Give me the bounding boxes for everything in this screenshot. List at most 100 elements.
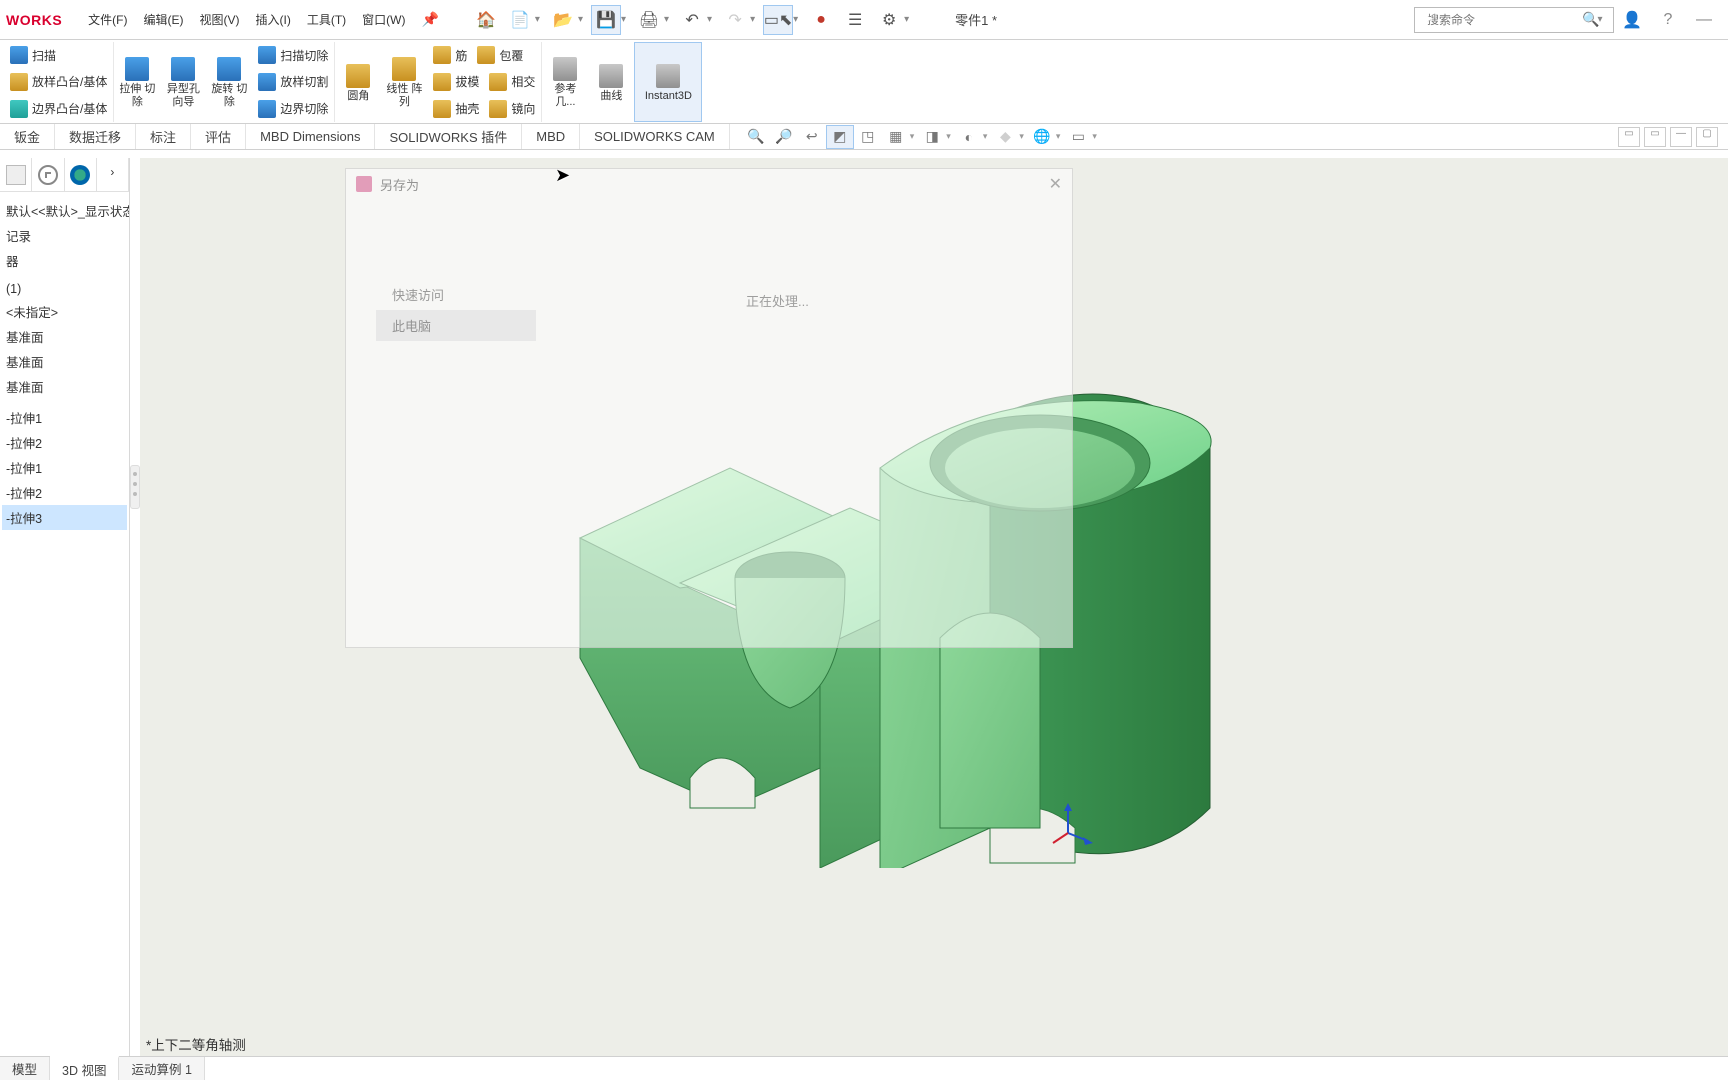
home-icon[interactable]: 🏠 xyxy=(471,5,501,35)
win-min-icon[interactable]: — xyxy=(1670,127,1692,147)
pane-splitter[interactable] xyxy=(130,465,140,509)
screen-icon[interactable]: ▭ xyxy=(1064,125,1092,149)
hide-show-dropdown[interactable]: ▾ xyxy=(946,131,951,142)
win-btn-1[interactable]: ▭ xyxy=(1618,127,1640,147)
settings-dropdown[interactable]: ▾ xyxy=(904,14,909,25)
win-btn-2[interactable]: ▭ xyxy=(1644,127,1666,147)
zoom-area-icon[interactable]: 🔎 xyxy=(770,125,798,149)
section-view-icon[interactable]: ◩ xyxy=(826,125,854,149)
pin-icon[interactable]: 📌 xyxy=(421,11,438,28)
tab-sheetmetal[interactable]: 钣金 xyxy=(0,124,55,149)
tree-node[interactable]: -拉伸1 xyxy=(2,455,127,480)
search-input[interactable] xyxy=(1427,13,1582,27)
tool-boundary[interactable]: 边界凸台/基体 xyxy=(10,96,107,122)
open-dropdown[interactable]: ▾ xyxy=(578,14,583,25)
pane-tab-property[interactable] xyxy=(32,158,64,191)
bottom-tab-motion[interactable]: 运动算例 1 xyxy=(119,1057,204,1080)
tree-node[interactable]: 默认<<默认>_显示状态 xyxy=(2,198,127,223)
tree-node[interactable]: <未指定> xyxy=(2,299,127,324)
tool-shell[interactable]: 抽壳 镜向 xyxy=(433,96,535,122)
save-icon[interactable]: 💾 xyxy=(591,5,621,35)
tool-revolve-cut[interactable]: 旋转 切除 xyxy=(206,42,252,122)
tab-evaluate[interactable]: 评估 xyxy=(191,124,246,149)
print-icon[interactable]: 🖨 xyxy=(634,5,664,35)
tab-mbd[interactable]: MBD xyxy=(522,124,580,149)
win-max-icon[interactable]: ▢ xyxy=(1696,127,1718,147)
tool-boundary-cut[interactable]: 边界切除 xyxy=(258,96,328,122)
menu-window[interactable]: 窗口(W) xyxy=(362,11,405,28)
prev-view-icon[interactable]: ↩ xyxy=(798,125,826,149)
tree-node[interactable]: (1) xyxy=(2,279,127,299)
select-icon[interactable]: ▭⬉ xyxy=(763,5,793,35)
menu-file[interactable]: 文件(F) xyxy=(88,11,127,28)
redo-icon[interactable]: ↷ xyxy=(720,5,750,35)
appearance-icon[interactable]: 🌐 xyxy=(1028,125,1056,149)
scene-icon[interactable]: ◆ xyxy=(991,125,1019,149)
dialog-nav-quickaccess[interactable]: 快速访问 xyxy=(376,279,536,310)
scene-dropdown[interactable]: ▾ xyxy=(1019,131,1024,142)
menu-tools[interactable]: 工具(T) xyxy=(307,11,346,28)
menu-edit[interactable]: 编辑(E) xyxy=(144,11,184,28)
zoom-fit-icon[interactable]: 🔍 xyxy=(742,125,770,149)
menu-view[interactable]: 视图(V) xyxy=(200,11,240,28)
shadow-dropdown[interactable]: ▾ xyxy=(983,131,988,142)
tool-ref-geometry[interactable]: 参考 几... xyxy=(542,42,588,122)
display-style-icon[interactable]: ▦ xyxy=(882,125,910,149)
save-dropdown[interactable]: ▾ xyxy=(621,14,626,25)
tree-node[interactable]: -拉伸1 xyxy=(2,405,127,430)
pane-tab-feature-tree[interactable] xyxy=(0,158,32,191)
help-icon[interactable]: ? xyxy=(1654,11,1682,29)
tool-fillet[interactable]: 圆角 xyxy=(335,42,381,122)
tree-node[interactable]: -拉伸2 xyxy=(2,430,127,455)
bottom-tab-3dview[interactable]: 3D 视图 xyxy=(50,1056,119,1080)
appearance-dropdown[interactable]: ▾ xyxy=(1056,131,1061,142)
dyn-view-icon[interactable]: ◳ xyxy=(854,125,882,149)
screen-dropdown[interactable]: ▾ xyxy=(1092,131,1097,142)
hide-show-icon[interactable]: ◨ xyxy=(918,125,946,149)
tool-linear-pattern[interactable]: 线性 阵列 xyxy=(381,42,427,122)
tool-loft[interactable]: 放样凸台/基体 xyxy=(10,69,107,95)
tool-sweep-cut[interactable]: 扫描切除 xyxy=(258,42,328,68)
tab-annotation[interactable]: 标注 xyxy=(136,124,191,149)
pane-tab-config[interactable] xyxy=(65,158,97,191)
tab-swaddins[interactable]: SOLIDWORKS 插件 xyxy=(375,124,522,149)
tree-node[interactable]: 基准面 xyxy=(2,349,127,374)
select-dropdown[interactable]: ▾ xyxy=(793,14,798,25)
search-box[interactable]: 🔍 ▾ xyxy=(1414,7,1614,33)
tool-draft[interactable]: 拔模 相交 xyxy=(433,69,535,95)
display-style-dropdown[interactable]: ▾ xyxy=(910,131,915,142)
tree-node[interactable]: 器 xyxy=(2,248,127,273)
tool-instant3d[interactable]: Instant3D xyxy=(634,42,702,122)
tab-swcam[interactable]: SOLIDWORKS CAM xyxy=(580,124,730,149)
options-icon[interactable]: ☰ xyxy=(840,5,870,35)
minimize-icon[interactable]: — xyxy=(1690,11,1718,29)
new-dropdown[interactable]: ▾ xyxy=(535,14,540,25)
new-icon[interactable]: 📄 xyxy=(505,5,535,35)
save-as-dialog[interactable]: 另存为 ✕ 快速访问 此电脑 正在处理... xyxy=(345,168,1073,648)
undo-dropdown[interactable]: ▾ xyxy=(707,14,712,25)
tool-rib[interactable]: 筋 包覆 xyxy=(433,42,535,68)
tree-node[interactable]: 基准面 xyxy=(2,374,127,399)
settings-icon[interactable]: ⚙ xyxy=(874,5,904,35)
tree-node[interactable]: 基准面 xyxy=(2,324,127,349)
undo-icon[interactable]: ↶ xyxy=(677,5,707,35)
feature-tree[interactable]: 默认<<默认>_显示状态 记录 器 (1) <未指定> 基准面 基准面 基准面 … xyxy=(0,192,129,536)
search-dropdown[interactable]: ▾ xyxy=(1597,14,1602,25)
tool-hole-wizard[interactable]: 异型孔 向导 xyxy=(160,42,206,122)
tool-curve[interactable]: 曲线 xyxy=(588,42,634,122)
menu-insert[interactable]: 插入(I) xyxy=(256,11,291,28)
bottom-tab-model[interactable]: 模型 xyxy=(0,1057,50,1080)
dialog-titlebar[interactable]: 另存为 ✕ xyxy=(346,169,1072,199)
tree-node-selected[interactable]: -拉伸3 xyxy=(2,505,127,530)
redo-dropdown[interactable]: ▾ xyxy=(750,14,755,25)
dialog-nav-thispc[interactable]: 此电脑 xyxy=(376,310,536,341)
pane-tab-more[interactable]: › xyxy=(97,158,129,191)
tab-datamigration[interactable]: 数据迁移 xyxy=(55,124,136,149)
dialog-close-icon[interactable]: ✕ xyxy=(1049,174,1062,194)
tool-extrude-cut[interactable]: 拉伸 切除 xyxy=(114,42,160,122)
print-dropdown[interactable]: ▾ xyxy=(664,14,669,25)
tool-sweep[interactable]: 扫描 xyxy=(10,42,107,68)
open-icon[interactable]: 📂 xyxy=(548,5,578,35)
tree-node[interactable]: 记录 xyxy=(2,223,127,248)
user-icon[interactable]: 👤 xyxy=(1618,10,1646,30)
